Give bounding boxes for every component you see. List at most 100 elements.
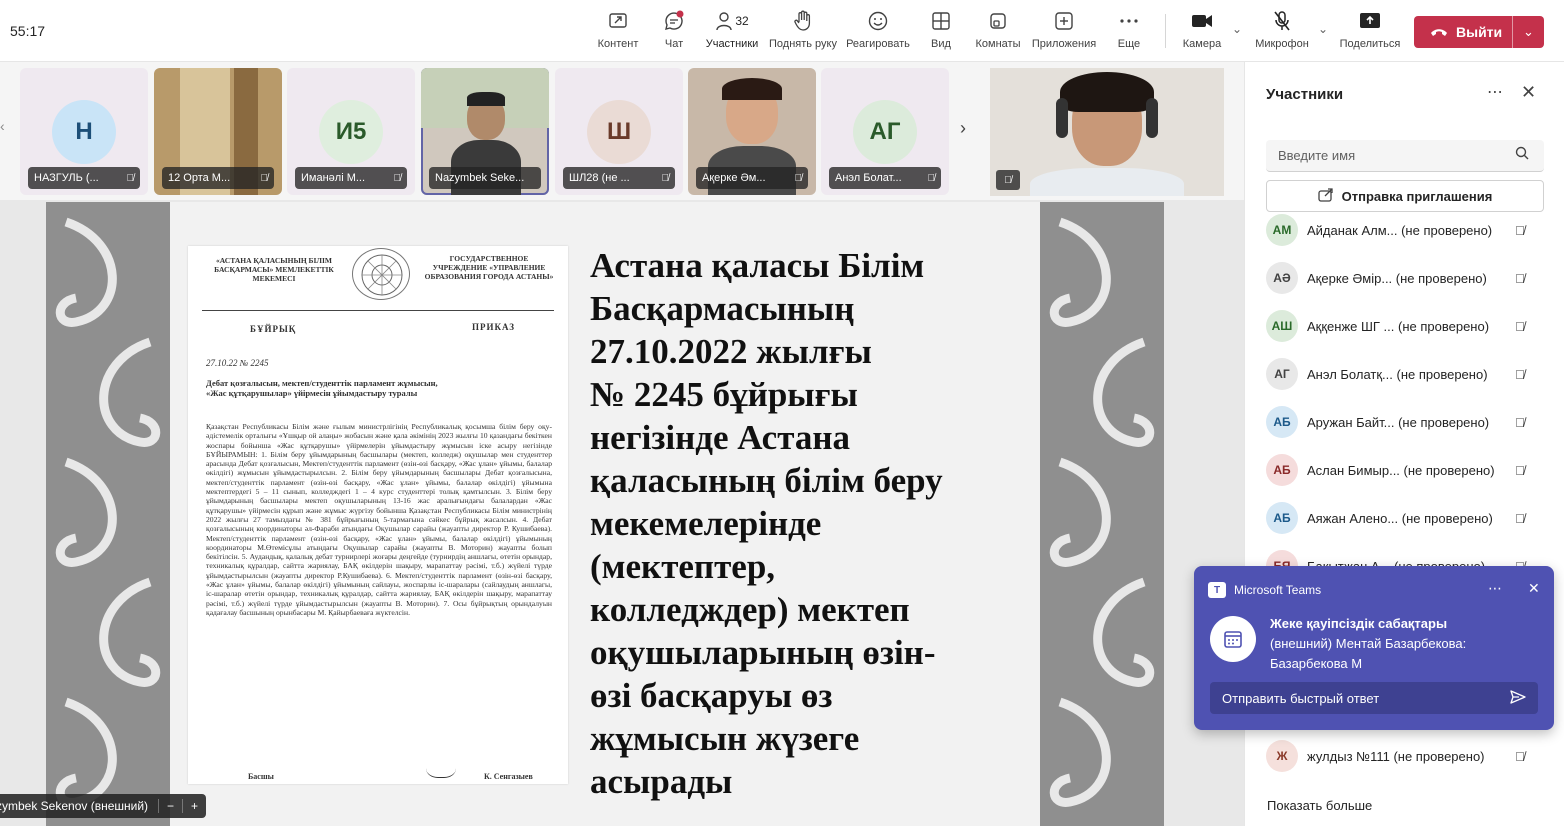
avatar: АӘ <box>1266 262 1298 294</box>
mic-off-icon: 🎙̸ <box>260 172 269 184</box>
send-invite-button[interactable]: Отправка приглашения <box>1266 180 1544 212</box>
video-tile[interactable]: 12 Орта М... 🎙̸ <box>154 68 282 195</box>
doc-body: Қазақстан Республикасы Білім және ғылым … <box>206 422 552 617</box>
toast-app-name: Microsoft Teams <box>1234 583 1322 597</box>
toolbar-raise-hand-button[interactable]: Поднять руку <box>768 8 838 58</box>
tile-name: Ақерке Әм... <box>702 172 766 184</box>
participant-name: Аяжан Алено... (не проверено) <box>1307 510 1493 526</box>
participant-row[interactable]: АМ Айданак Алм... (не проверено) 🎙̸ <box>1245 210 1564 250</box>
camera-options-chevron-icon[interactable]: ⌄ <box>1232 22 1242 36</box>
toolbar-label: Вид <box>931 38 951 50</box>
mic-off-icon: 🎙̸ <box>927 172 936 184</box>
tile-name: НАЗГУЛЬ (... <box>34 172 99 184</box>
toolbar-mic-button[interactable]: Микрофон <box>1254 8 1310 58</box>
video-tile[interactable]: АГ Анэл Болат... 🎙̸ <box>821 68 949 195</box>
tile-name: Nazymbek Seke... <box>435 172 525 184</box>
strip-scroll-right-icon[interactable]: › <box>960 118 966 139</box>
toolbar-react-button[interactable]: Реагировать <box>846 8 910 58</box>
toolbar-label: Поделиться <box>1339 38 1401 50</box>
participant-name: Аслан Бимыр... (не проверено) <box>1307 462 1495 478</box>
participant-name: Аружан Байт... (не проверено) <box>1307 414 1490 430</box>
camera-icon <box>1191 8 1213 34</box>
toast-more-icon[interactable]: ⋯ <box>1488 580 1502 597</box>
participant-row[interactable]: АБ Аяжан Алено... (не проверено) 🎙̸ <box>1245 498 1564 538</box>
share-screen-icon <box>608 8 628 34</box>
video-tile[interactable]: И5 Иманәлі М... 🎙̸ <box>287 68 415 195</box>
participant-row[interactable]: АГ Анэл Болатқ... (не проверено) 🎙̸ <box>1245 354 1564 394</box>
toolbar-label: Чат <box>664 38 684 50</box>
teams-logo-icon: T <box>1208 582 1226 598</box>
video-tile-active-speaker[interactable]: Nazymbek Seke... <box>421 68 549 195</box>
doc-label-ru: ПРИКАЗ <box>472 322 516 332</box>
video-feed-headset <box>1146 98 1158 138</box>
toolbar-participants-button[interactable]: 32 Участники <box>704 8 760 64</box>
video-feed-headset <box>1056 98 1068 138</box>
mic-off-icon: 🎙̸ <box>1515 222 1525 238</box>
leave-main[interactable]: Выйти <box>1414 24 1512 40</box>
toast-line2: (внешний) Ментай Базарбекова: <box>1270 636 1467 651</box>
mic-off-icon: 🎙̸ <box>1515 462 1525 478</box>
participant-row[interactable]: АӘ Ақерке Әмір... (не проверено) 🎙̸ <box>1245 258 1564 298</box>
participant-name: Анэл Болатқ... (не проверено) <box>1307 366 1488 382</box>
toast-close-icon[interactable]: ✕ <box>1528 580 1540 597</box>
meeting-timer: 55:17 <box>10 23 46 39</box>
teams-notification-toast[interactable]: T Microsoft Teams ⋯ ✕ Жеке қауіпсіздік с… <box>1194 566 1554 730</box>
participants-count: 32 <box>735 14 749 28</box>
quick-reply-input[interactable]: Отправить быстрый ответ <box>1210 682 1538 714</box>
toolbar-label: Камера <box>1182 38 1222 50</box>
teams-meeting-window: 55:17 Контент Чат 32 Участники Поднять р… <box>0 0 1564 826</box>
doc-subject: Дебат қозғалысын, мектеп/студенттік парл… <box>206 378 438 398</box>
toast-app-header: T Microsoft Teams <box>1208 582 1321 598</box>
tile-name: ШЛ28 (не ... <box>569 172 630 184</box>
leave-meeting-button[interactable]: Выйти ⌄ <box>1414 16 1544 48</box>
toolbar-apps-button[interactable]: Приложения <box>1032 8 1096 58</box>
tile-name: Иманәлі М... <box>301 172 366 184</box>
panel-more-icon[interactable]: ⋯ <box>1487 82 1503 102</box>
video-tile[interactable]: Ақерке Әм... 🎙̸ <box>688 68 816 195</box>
mic-off-icon: 🎙̸ <box>1515 270 1525 286</box>
video-tile[interactable]: Ш ШЛ28 (не ... 🎙̸ <box>555 68 683 195</box>
send-invite-label: Отправка приглашения <box>1341 188 1493 204</box>
panel-close-icon[interactable]: ✕ <box>1521 82 1536 103</box>
breakout-rooms-icon <box>988 8 1008 34</box>
self-video-tile[interactable]: 🎙̸ <box>990 68 1224 196</box>
tile-name: Анэл Болат... <box>835 172 902 184</box>
people-icon: 32 <box>715 8 749 34</box>
participant-row[interactable]: АБ Аслан Бимыр... (не проверено) 🎙̸ <box>1245 450 1564 490</box>
toolbar-camera-button[interactable]: Камера <box>1182 8 1222 58</box>
ornament-border-left <box>46 202 170 826</box>
participant-row[interactable]: Ж жулдыз №111 (не проверено) 🎙̸ <box>1245 736 1564 776</box>
add-icon[interactable]: + <box>182 799 206 813</box>
mic-off-icon: 🎙̸ <box>661 172 670 184</box>
leave-options-chevron-icon[interactable]: ⌄ <box>1513 24 1544 40</box>
ornament-border-right <box>1040 202 1164 826</box>
mic-off-icon: 🎙̸ <box>1515 318 1525 334</box>
toolbar-chat-button[interactable]: Чат <box>660 8 688 58</box>
toolbar-rooms-button[interactable]: Комнаты <box>974 8 1022 58</box>
tile-name-bar: 12 Орта М... 🎙̸ <box>162 167 274 189</box>
toolbar-view-button[interactable]: Вид <box>926 8 956 58</box>
toolbar-label: Поднять руку <box>769 38 837 50</box>
participant-name: жулдыз №111 (не проверено) <box>1307 748 1485 764</box>
avatar: Ш <box>587 100 651 164</box>
toolbar-share-button[interactable]: Поделиться <box>1340 8 1400 58</box>
video-tile[interactable]: Н НАЗГУЛЬ (... 🎙̸ <box>20 68 148 195</box>
panel-title: Участники <box>1266 86 1344 103</box>
participant-row[interactable]: АБ Аружан Байт... (не проверено) 🎙̸ <box>1245 402 1564 442</box>
mic-off-icon <box>1272 8 1292 34</box>
participant-row[interactable]: АШ Аққенже ШГ ... (не проверено) 🎙̸ <box>1245 306 1564 346</box>
participant-search-input[interactable] <box>1266 140 1544 172</box>
toolbar-label: Участники <box>705 38 759 50</box>
toolbar-content-button[interactable]: Контент <box>596 8 640 58</box>
avatar: АБ <box>1266 406 1298 438</box>
mic-options-chevron-icon[interactable]: ⌄ <box>1318 22 1328 36</box>
send-icon[interactable] <box>1510 689 1526 710</box>
toolbar-more-button[interactable]: Еще <box>1116 8 1142 58</box>
tile-name-bar: Анэл Болат... 🎙̸ <box>829 167 941 189</box>
phone-hangup-icon <box>1430 24 1448 40</box>
video-feed-hair <box>467 92 505 106</box>
minimize-icon[interactable]: − <box>158 799 182 813</box>
mic-off-icon: 🎙̸ <box>1515 366 1525 382</box>
show-more-link[interactable]: Показать больше <box>1267 798 1372 813</box>
strip-scroll-left-icon[interactable]: ‹ <box>0 118 5 134</box>
